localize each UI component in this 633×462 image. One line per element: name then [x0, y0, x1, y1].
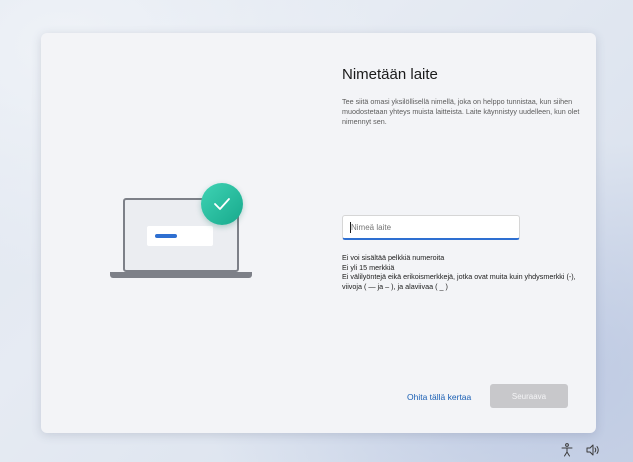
- checkmark-icon: [201, 183, 243, 225]
- setup-dialog: Nimetään laite Tee siitä omasi yksilölli…: [41, 33, 596, 433]
- checkmark-glyph: [214, 198, 230, 210]
- volume-glyph: [586, 444, 599, 456]
- accessibility-icon[interactable]: [559, 442, 575, 458]
- accessibility-glyph: [561, 443, 573, 457]
- text-caret: [350, 222, 351, 233]
- name-rule: Ei yli 15 merkkiä: [342, 262, 395, 272]
- name-rules-list: Ei voi sisältää pelkkiä numeroita Ei yli…: [342, 253, 582, 291]
- laptop-name-field-graphic: [147, 226, 213, 246]
- laptop-field-accent: [155, 234, 177, 238]
- page-description: Tee siitä omasi yksilöllisellä nimellä, …: [342, 97, 580, 126]
- volume-icon[interactable]: [585, 442, 601, 458]
- next-button[interactable]: Seuraava: [490, 384, 568, 408]
- laptop-base: [110, 272, 252, 278]
- name-rule: Ei välilyöntejä eikä erikoismerkkejä, jo…: [342, 272, 576, 291]
- device-name-input[interactable]: [342, 215, 520, 240]
- page-title: Nimetään laite: [342, 66, 438, 83]
- skip-button[interactable]: Ohita tällä kertaa: [407, 392, 471, 402]
- name-rule: Ei voi sisältää pelkkiä numeroita: [342, 253, 445, 262]
